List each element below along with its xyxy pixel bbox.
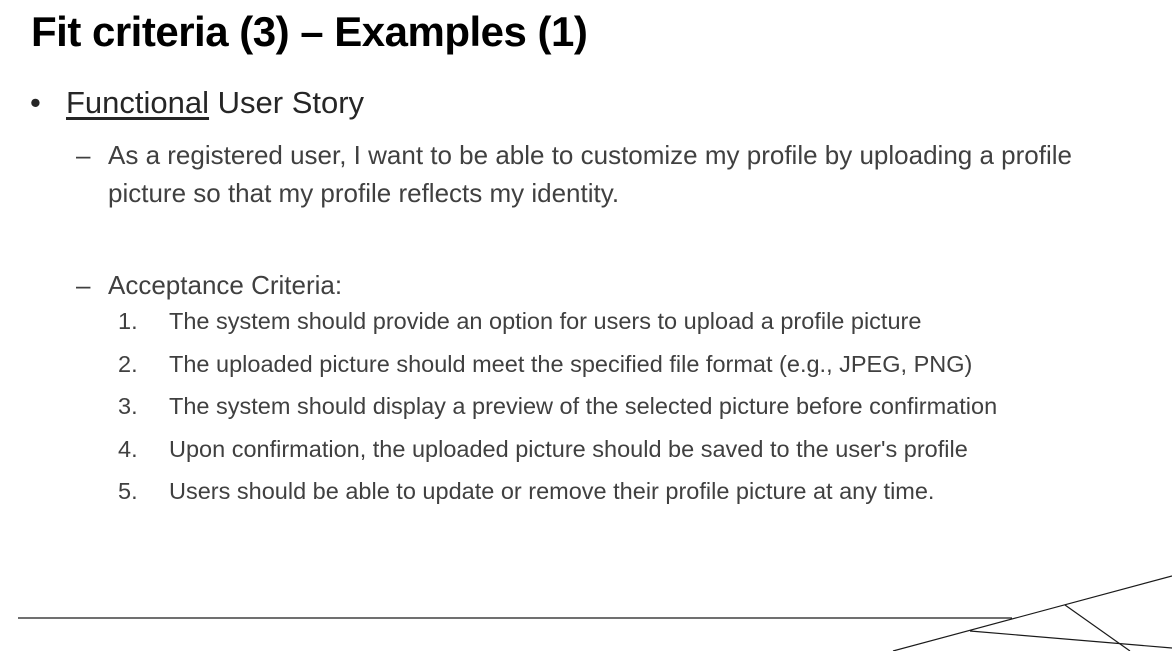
diagonal-line-steep bbox=[1064, 604, 1131, 651]
diagonal-line-long bbox=[892, 575, 1172, 651]
decorative-lines bbox=[18, 575, 1172, 651]
diagonal-line-shallow bbox=[969, 630, 1172, 649]
slide: Fit criteria (3) – Examples (1) • Functio… bbox=[0, 0, 1172, 651]
